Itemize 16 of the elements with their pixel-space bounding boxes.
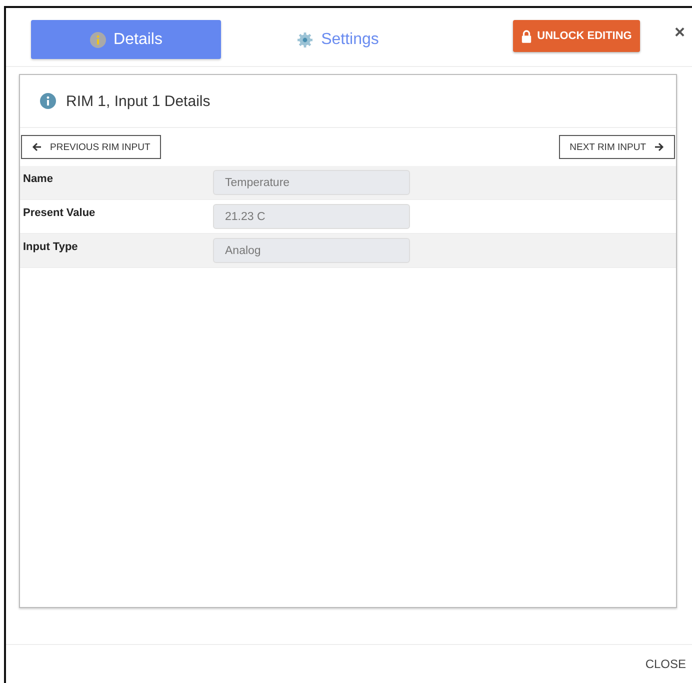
tab[interactable]: Details xyxy=(31,20,221,59)
info-icon xyxy=(40,93,56,109)
lock-icon xyxy=(521,30,532,42)
gear-icon xyxy=(297,32,314,48)
field-label: Present Value xyxy=(22,207,96,219)
info-icon xyxy=(90,32,106,48)
left-arrow-icon xyxy=(32,142,42,152)
close-button[interactable]: CLOSE xyxy=(643,653,688,675)
unlock-editing-button[interactable]: UNLOCK EDITING xyxy=(513,20,640,52)
previous-rim-input-button[interactable]: PREVIOUS RIM INPUT xyxy=(21,135,162,159)
panel-title: RIM 1, Input 1 Details xyxy=(66,92,210,110)
field-label: Name xyxy=(22,173,54,185)
field-label: Input Type xyxy=(22,241,79,253)
next-rim-input-button[interactable]: NEXT RIM INPUT xyxy=(558,135,675,159)
tab[interactable]: Settings xyxy=(243,20,433,59)
right-arrow-icon xyxy=(654,142,664,152)
